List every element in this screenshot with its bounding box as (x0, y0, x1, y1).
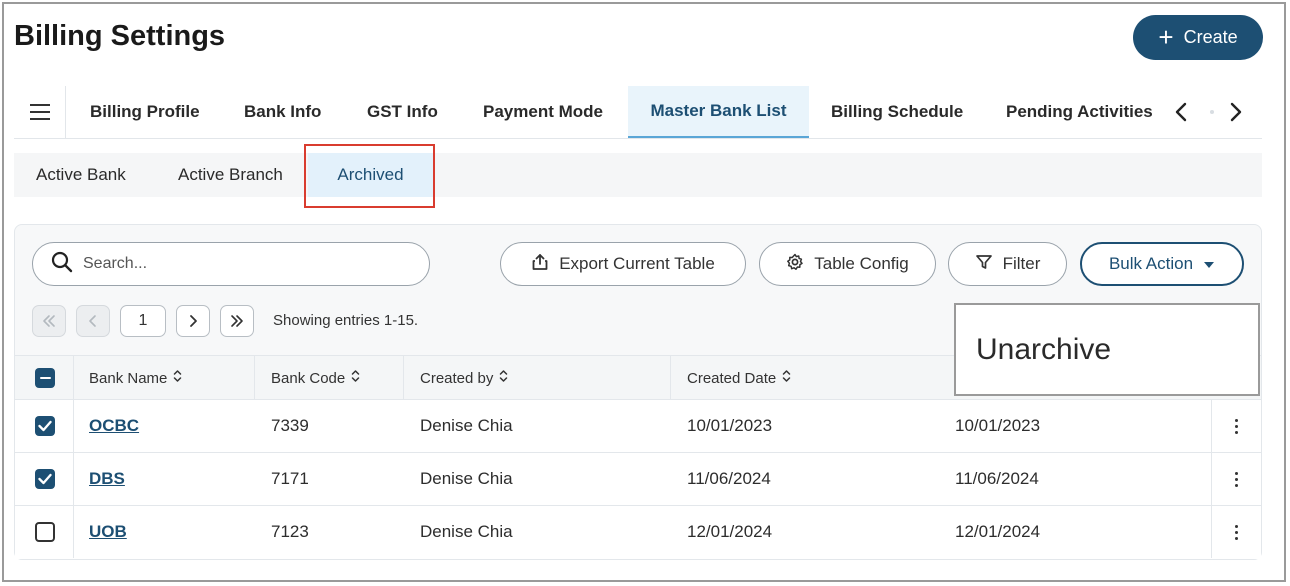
filter-icon (975, 253, 993, 276)
sort-icon (351, 369, 360, 387)
filter-button[interactable]: Filter (948, 242, 1067, 286)
subtab-archived[interactable]: Archived (308, 153, 433, 197)
create-button-label: Create (1183, 27, 1238, 47)
main-tab-bar: Billing Profile Bank Info GST Info Payme… (14, 86, 1262, 139)
created-date-cell: 10/01/2023 (687, 416, 773, 435)
tab-payment-mode[interactable]: Payment Mode (483, 86, 603, 138)
column-header-bank-name[interactable]: Bank Name (89, 356, 182, 400)
row-menu-icon[interactable] (1211, 453, 1261, 505)
column-header-created-date[interactable]: Created Date (687, 356, 791, 400)
row-checkbox[interactable] (35, 522, 55, 542)
unarchive-menu-item[interactable]: Unarchive (954, 303, 1260, 396)
modified-date-cell: 10/01/2023 (955, 416, 1041, 435)
bank-name-link[interactable]: OCBC (89, 416, 139, 436)
prev-page-icon[interactable] (76, 305, 110, 337)
sort-icon (173, 369, 182, 387)
row-checkbox[interactable] (35, 416, 55, 436)
sort-icon (782, 369, 791, 387)
tab-master-bank-list[interactable]: Master Bank List (628, 86, 809, 138)
column-header-bank-code[interactable]: Bank Code (271, 356, 360, 400)
bank-name-link[interactable]: DBS (89, 469, 125, 489)
created-by-cell: Denise Chia (420, 469, 513, 488)
table-config-button[interactable]: Table Config (759, 242, 936, 286)
search-box[interactable] (32, 242, 430, 286)
modified-date-cell: 11/06/2024 (955, 469, 1039, 488)
subtab-active-bank[interactable]: Active Bank (36, 153, 126, 197)
search-icon (51, 251, 73, 278)
row-menu-icon[interactable] (1211, 400, 1261, 452)
search-input[interactable] (83, 255, 403, 273)
created-date-cell: 12/01/2024 (687, 522, 773, 541)
first-page-icon[interactable] (32, 305, 66, 337)
sort-icon (499, 369, 508, 387)
tab-scroll-indicator (1210, 110, 1214, 114)
filter-label: Filter (1002, 254, 1041, 273)
next-page-icon[interactable] (176, 305, 210, 337)
create-button[interactable]: + Create (1133, 15, 1263, 60)
select-all-checkbox[interactable] (35, 368, 55, 388)
export-icon (531, 253, 549, 276)
created-by-cell: Denise Chia (420, 416, 513, 435)
plus-icon: + (1158, 21, 1174, 52)
bank-code-cell: 7339 (271, 416, 309, 435)
sub-tab-bar: Active Bank Active Branch Archived (14, 153, 1262, 197)
bank-code-cell: 7123 (271, 522, 309, 541)
tab-billing-schedule[interactable]: Billing Schedule (831, 86, 963, 138)
bank-name-link[interactable]: UOB (89, 522, 127, 542)
tab-pending-activities[interactable]: Pending Activities (1006, 86, 1153, 138)
gear-icon (786, 253, 804, 276)
page-number-input[interactable]: 1 (120, 305, 166, 337)
created-by-cell: Denise Chia (420, 522, 513, 541)
created-date-cell: 11/06/2024 (687, 469, 771, 488)
table-row: DBS 7171 Denise Chia 11/06/2024 11/06/20… (15, 453, 1261, 506)
bank-code-cell: 7171 (271, 469, 309, 488)
bulk-action-label: Bulk Action (1108, 254, 1194, 273)
tab-scroll-right-icon[interactable] (1219, 86, 1253, 138)
subtab-active-branch[interactable]: Active Branch (178, 153, 283, 197)
modified-date-cell: 12/01/2024 (955, 522, 1041, 541)
row-checkbox[interactable] (35, 469, 55, 489)
tab-gst-info[interactable]: GST Info (367, 86, 438, 138)
table-config-label: Table Config (814, 254, 909, 273)
bulk-action-button[interactable]: Bulk Action (1080, 242, 1244, 286)
export-current-table-button[interactable]: Export Current Table (500, 242, 746, 286)
table-row: UOB 7123 Denise Chia 12/01/2024 12/01/20… (15, 506, 1261, 559)
tab-scroll-left-icon[interactable] (1164, 86, 1198, 138)
export-label: Export Current Table (559, 254, 715, 273)
tab-bank-info[interactable]: Bank Info (244, 86, 321, 138)
table-row: OCBC 7339 Denise Chia 10/01/2023 10/01/2… (15, 400, 1261, 453)
last-page-icon[interactable] (220, 305, 254, 337)
column-header-created-by[interactable]: Created by (420, 356, 508, 400)
tab-billing-profile[interactable]: Billing Profile (90, 86, 200, 138)
caret-down-icon (1203, 254, 1215, 274)
page-title: Billing Settings (14, 20, 226, 52)
row-menu-icon[interactable] (1211, 506, 1261, 558)
menu-icon[interactable] (14, 86, 66, 138)
showing-entries-text: Showing entries 1-15. (273, 312, 419, 329)
